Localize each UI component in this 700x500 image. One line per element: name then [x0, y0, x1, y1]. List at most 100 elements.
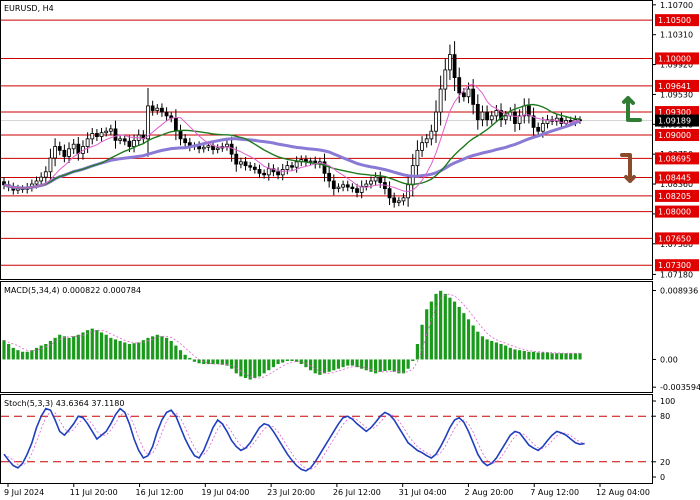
candle-body	[480, 111, 485, 121]
candle-body	[280, 169, 285, 176]
x-tick-label: 31 Jul 04:00	[399, 488, 447, 497]
candle-body	[248, 165, 253, 168]
macd-bar	[550, 353, 554, 360]
candle-body	[67, 148, 71, 157]
stoch-tick-label: 20	[660, 458, 670, 467]
macd-tick-label: 0.00	[660, 355, 678, 364]
macd-bar	[569, 353, 573, 360]
macd-bar	[262, 359, 266, 374]
macd-bar	[81, 332, 85, 360]
candle-body	[118, 138, 123, 141]
candle-body	[341, 184, 345, 188]
macd-bar	[480, 336, 485, 360]
macd-bar	[327, 359, 331, 372]
candle-body	[471, 88, 476, 105]
macd-bar	[490, 340, 494, 360]
candle-body	[378, 176, 383, 183]
candle-body	[206, 145, 211, 148]
macd-bar	[387, 359, 392, 371]
macd-bar	[308, 359, 313, 371]
candle-body	[104, 130, 109, 134]
macd-bar	[109, 337, 113, 360]
macd-bar	[16, 350, 20, 360]
macd-bar	[541, 352, 545, 360]
candle-body	[331, 180, 336, 190]
level-tag-label: 1.08205	[658, 192, 691, 201]
macd-bar	[86, 330, 90, 360]
candle-body	[401, 197, 406, 202]
candle-body	[345, 184, 350, 188]
candle-body	[475, 103, 480, 121]
candle-body	[461, 92, 466, 98]
macd-bar	[239, 359, 243, 377]
x-tick-label: 23 Jul 20:00	[267, 488, 315, 497]
candle-body	[290, 165, 294, 168]
candle-body	[252, 166, 257, 170]
candle-body	[257, 169, 262, 174]
stoch-tick-label: 100	[660, 397, 675, 406]
macd-bar	[346, 359, 350, 366]
macd-bar	[313, 359, 317, 374]
x-tick-label: 7 Aug 12:00	[530, 488, 579, 497]
stoch-tick-label: 0	[660, 473, 665, 482]
candle-body	[294, 161, 299, 168]
macd-bar	[281, 359, 285, 363]
main-panel	[0, 0, 653, 280]
macd-bar	[160, 336, 164, 360]
candle-body	[424, 138, 429, 144]
candle-body	[132, 139, 136, 147]
candle-body	[234, 153, 239, 165]
macd-bar	[466, 319, 471, 360]
macd-bar	[322, 359, 327, 374]
macd-bar	[485, 339, 489, 360]
candle-body	[489, 115, 494, 121]
macd-bar	[508, 347, 512, 360]
macd-bar	[392, 359, 396, 372]
candle-body	[392, 197, 397, 203]
macd-bar	[253, 359, 257, 378]
macd-bar	[123, 342, 127, 360]
macd-bar	[234, 359, 238, 374]
macd-bar	[197, 359, 201, 364]
candle-body	[415, 149, 420, 167]
candle-body	[434, 111, 438, 132]
macd-bar	[30, 350, 34, 360]
candle-body	[336, 186, 341, 190]
macd-title: MACD(5,34,4) 0.000822 0.000784	[4, 286, 141, 295]
candle-body	[150, 105, 155, 111]
macd-bar	[11, 347, 15, 360]
macd-bar	[99, 332, 104, 360]
candle-body	[457, 77, 462, 94]
macd-bar	[476, 331, 480, 360]
x-tick-label: 9 Jul 2024	[4, 488, 44, 497]
macd-bar	[25, 351, 29, 360]
macd-bar	[104, 334, 108, 360]
candle-body	[429, 130, 434, 140]
macd-bar	[411, 359, 415, 361]
level-tag-label: 1.08445	[658, 174, 691, 183]
macd-bar	[216, 359, 220, 365]
x-tick-label: 16 Jul 12:00	[136, 488, 184, 497]
candle-body	[164, 111, 169, 117]
candle-body	[396, 200, 401, 203]
macd-bar	[188, 357, 192, 360]
macd-bar	[332, 359, 336, 371]
candle-body	[57, 146, 62, 151]
chart-svg: 1.107001.103101.099201.095301.091401.087…	[0, 0, 700, 497]
macd-bar	[383, 359, 387, 372]
macd-bar	[257, 359, 262, 377]
macd-bar	[230, 359, 234, 369]
macd-bar	[350, 359, 354, 366]
macd-bar	[378, 359, 382, 372]
candle-body	[276, 171, 280, 176]
candle-body	[503, 115, 508, 121]
x-axis-ticks: 9 Jul 2024 11 Jul 20:00 16 Jul 12:00 19 Jul…	[4, 483, 650, 497]
candle-body	[494, 110, 499, 117]
macd-bar	[434, 293, 438, 360]
macd-bar	[137, 342, 141, 360]
candle-body	[113, 128, 118, 141]
candle-body	[99, 132, 104, 137]
macd-tick-label: 0.008936	[660, 286, 698, 295]
y-tick-label: 1.10700	[660, 1, 693, 10]
macd-bar	[527, 351, 531, 360]
